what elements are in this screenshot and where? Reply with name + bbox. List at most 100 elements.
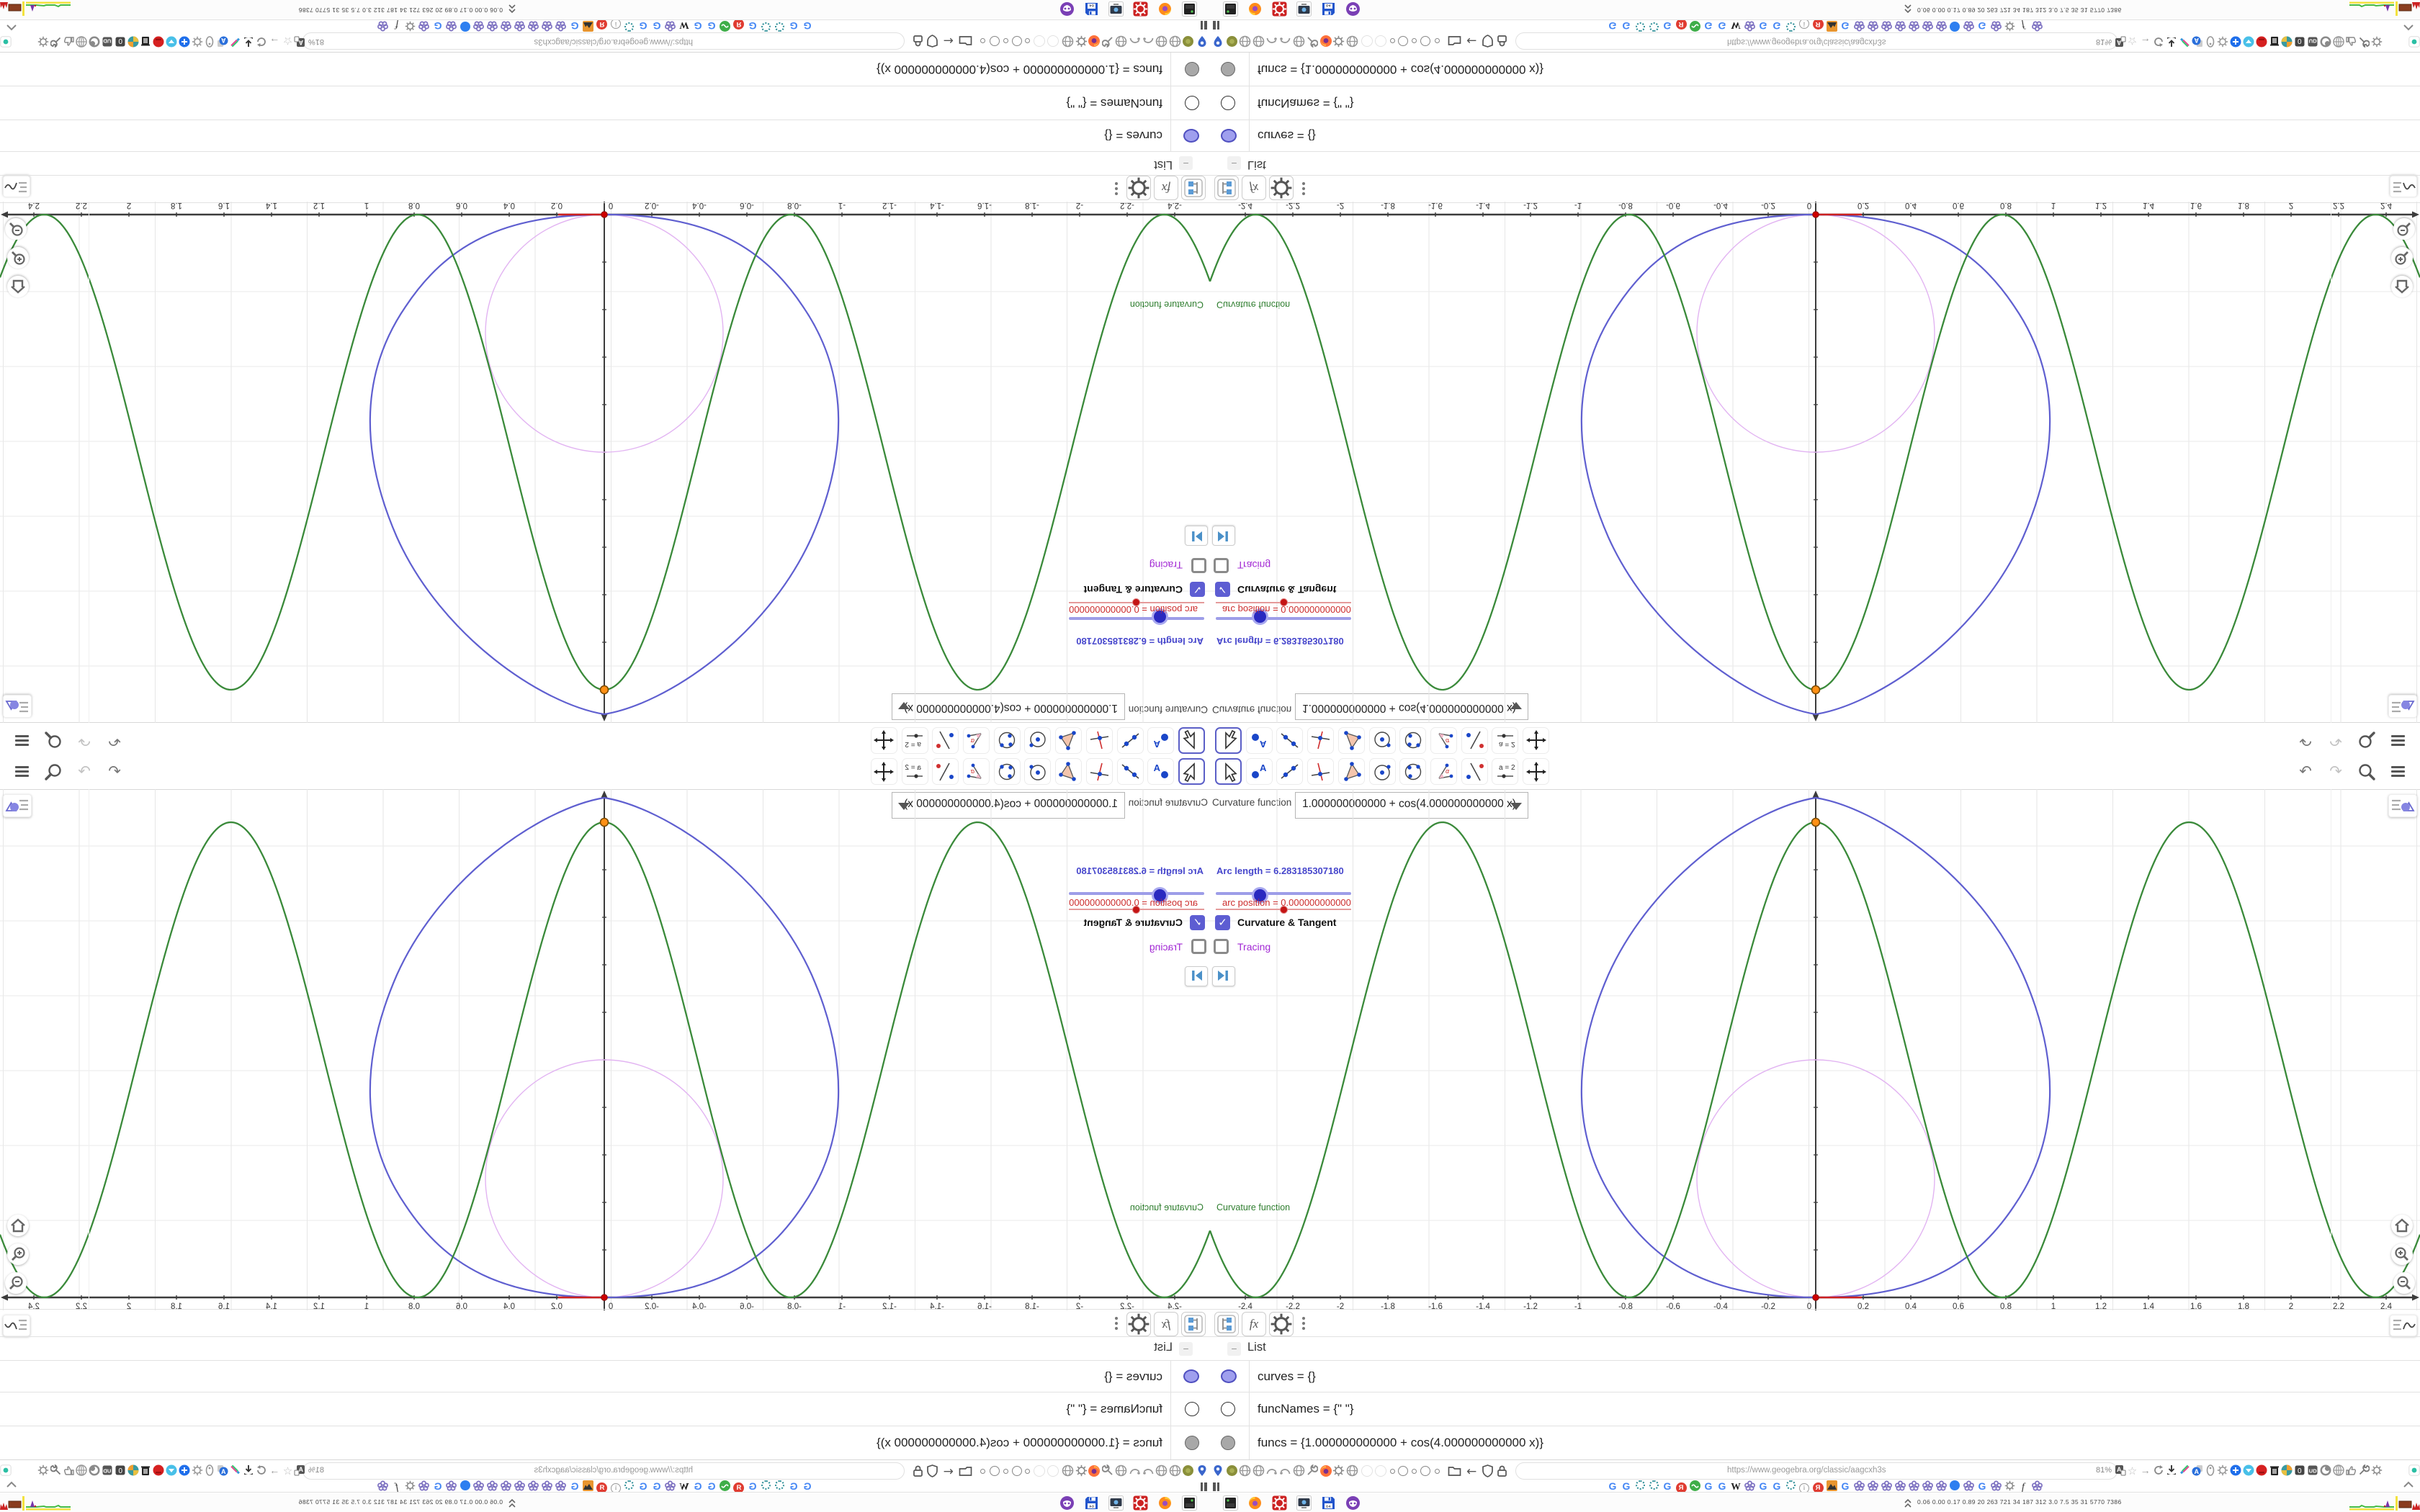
tracing-checkbox[interactable] bbox=[1214, 558, 1229, 573]
lock-icon[interactable] bbox=[1497, 35, 1510, 48]
page-zoom-badge[interactable]: 81% bbox=[2096, 1466, 2112, 1475]
tab-favicon-G[interactable]: G bbox=[802, 20, 813, 32]
arc-dot-right[interactable] bbox=[1279, 1464, 1291, 1477]
globe-gray[interactable] bbox=[1293, 35, 1305, 48]
tool-angle[interactable]: α bbox=[1430, 758, 1457, 785]
tab-favicon-knot[interactable] bbox=[1990, 1480, 2002, 1492]
globe-grid-icon[interactable] bbox=[2332, 36, 2344, 48]
tab-favicon-info[interactable]: i bbox=[1798, 19, 1810, 32]
mini-circle-icon[interactable] bbox=[1003, 1468, 1008, 1474]
tab-favicon-ya[interactable]: Я bbox=[596, 19, 608, 32]
wrench[interactable] bbox=[1101, 35, 1114, 48]
marker-pen-icon[interactable] bbox=[230, 1464, 241, 1476]
tool-move-cursor[interactable] bbox=[1178, 758, 1205, 785]
tab-favicon-ya[interactable]: Я bbox=[1675, 19, 1687, 32]
firefox-app[interactable] bbox=[1157, 1, 1173, 17]
globe-color-icon[interactable] bbox=[2281, 36, 2293, 48]
tab-favicon-knot[interactable] bbox=[1881, 20, 1892, 32]
visibility-marker-funcnames[interactable] bbox=[1221, 96, 1235, 110]
home-icon[interactable] bbox=[2391, 1215, 2413, 1236]
tool-reflect-about-line[interactable] bbox=[1461, 758, 1488, 785]
visibility-marker-funcs[interactable] bbox=[1221, 1436, 1235, 1450]
tab-favicon-G[interactable]: G bbox=[706, 1480, 717, 1492]
floppy-64-app[interactable]: 64 bbox=[1321, 1495, 1336, 1511]
wrench[interactable] bbox=[1306, 1464, 1319, 1477]
arc-position-slider-knob[interactable] bbox=[1132, 906, 1140, 914]
tray-expand-icon[interactable] bbox=[508, 0, 516, 14]
tab-favicon-ring[interactable] bbox=[774, 20, 786, 32]
tab-favicon-knot[interactable] bbox=[377, 20, 389, 32]
plus-circle-icon[interactable] bbox=[179, 1464, 190, 1476]
skip-next-button[interactable] bbox=[1212, 526, 1235, 546]
tab-favicon-knot[interactable] bbox=[418, 1480, 430, 1492]
globe-grid-icon[interactable] bbox=[76, 36, 88, 48]
algebra-panel-toggle[interactable] bbox=[2388, 695, 2417, 718]
capture-app[interactable] bbox=[1108, 1, 1124, 17]
tab-favicon-knot[interactable] bbox=[665, 20, 676, 32]
tab-favicon-knot[interactable] bbox=[473, 1480, 485, 1492]
tab-favicon-bluedot[interactable] bbox=[460, 1480, 471, 1492]
algebra-row-funcnames[interactable]: funcNames = {" "} bbox=[1258, 1402, 1354, 1416]
tab-favicon-info[interactable]: i bbox=[610, 19, 622, 32]
mini-circle-icon[interactable] bbox=[1412, 38, 1417, 44]
tool-reflect-about-line[interactable] bbox=[932, 758, 959, 785]
tab-favicon-knot[interactable] bbox=[1881, 1480, 1892, 1492]
arc-length-slider[interactable] bbox=[1216, 892, 1351, 895]
graphics-panel-toggle-icon[interactable] bbox=[3, 176, 30, 197]
algebra-row-funcs[interactable]: funcs = {1.000000000000 + cos(4.00000000… bbox=[877, 62, 1162, 76]
url-text[interactable]: https://www.geogebra.org/classic/aagcxh3… bbox=[1727, 37, 1886, 46]
tab-favicon-G[interactable]: G bbox=[651, 1480, 663, 1492]
tab-favicon-G[interactable]: G bbox=[788, 1480, 799, 1492]
globe-gray[interactable] bbox=[1346, 1464, 1358, 1477]
mini-circle-icon[interactable] bbox=[980, 1468, 985, 1474]
tool-move-cursor[interactable] bbox=[1215, 758, 1242, 785]
redo-icon[interactable]: ↷ bbox=[73, 761, 96, 784]
tab-favicon-ring[interactable] bbox=[761, 20, 772, 32]
oval-button-icon[interactable] bbox=[204, 36, 215, 48]
tool-move-cursor[interactable] bbox=[1215, 727, 1242, 754]
folder-icon[interactable] bbox=[959, 1464, 972, 1477]
shield-swirl-icon[interactable] bbox=[2320, 36, 2331, 48]
reload-icon[interactable] bbox=[2153, 36, 2164, 48]
globe-gray[interactable] bbox=[1155, 1464, 1168, 1477]
zoom-out-icon[interactable] bbox=[2393, 1272, 2415, 1294]
tab-favicon-mountain[interactable] bbox=[583, 1480, 594, 1492]
tab-favicon-bluedot[interactable] bbox=[1949, 20, 1960, 32]
olive-circle[interactable] bbox=[1182, 1464, 1194, 1477]
visibility-marker-curves[interactable] bbox=[1221, 1369, 1237, 1383]
translate-blue-icon[interactable]: A bbox=[2192, 1464, 2203, 1476]
tab-favicon-ring[interactable] bbox=[1634, 1480, 1646, 1492]
tab-favicon-knot[interactable] bbox=[473, 20, 485, 32]
tab-favicon-knot[interactable] bbox=[1922, 1480, 1933, 1492]
menu-icon[interactable] bbox=[2386, 725, 2409, 748]
tab-favicon-knot[interactable] bbox=[528, 20, 539, 32]
mini-circle-icon[interactable] bbox=[1025, 38, 1030, 44]
tab-favicon-knot[interactable] bbox=[1853, 20, 1865, 32]
gear-ring[interactable] bbox=[1332, 1464, 1345, 1477]
tab-favicon-knot[interactable] bbox=[542, 20, 553, 32]
tab-favicon-mountain[interactable] bbox=[1826, 1480, 1837, 1492]
reload-icon[interactable] bbox=[2153, 1464, 2164, 1476]
tab-favicon-ring[interactable] bbox=[1648, 20, 1659, 32]
gear-outline-icon[interactable] bbox=[37, 1464, 49, 1476]
visibility-marker-funcs[interactable] bbox=[1185, 62, 1199, 76]
star-outline-icon[interactable]: ☆ bbox=[281, 1464, 292, 1477]
tab-favicon-G[interactable]: G bbox=[1839, 20, 1851, 32]
firefox[interactable] bbox=[1088, 35, 1101, 48]
collapse-list-button[interactable]: − bbox=[1227, 1342, 1241, 1356]
star-outline-icon[interactable]: ☆ bbox=[2128, 1464, 2139, 1477]
mini-circle-icon[interactable] bbox=[1025, 1468, 1030, 1474]
tab-favicon-G[interactable]: G bbox=[569, 1480, 581, 1492]
wrench2-icon[interactable] bbox=[2358, 1464, 2370, 1476]
algebra-panel-toggle[interactable] bbox=[3, 695, 32, 718]
kebab-icon[interactable] bbox=[1296, 1315, 1311, 1333]
tab-favicon-gearfav[interactable] bbox=[2004, 1480, 2015, 1492]
algebra-row-funcs[interactable]: funcs = {1.000000000000 + cos(4.00000000… bbox=[1258, 1436, 1543, 1450]
tracing-checkbox[interactable] bbox=[1191, 558, 1206, 573]
curvature-tangent-checkbox[interactable]: ✓ bbox=[1190, 582, 1205, 597]
capture-app[interactable] bbox=[1296, 1495, 1312, 1511]
zoom-in-icon[interactable] bbox=[7, 1243, 29, 1265]
mini-circle-icon[interactable] bbox=[1390, 1468, 1395, 1474]
tab-favicon-G[interactable]: G bbox=[1976, 20, 1988, 32]
graph-canvas[interactable]: -2.4-2.2-2-1.8-1.6-1.4-1.2-1-0.8-0.6-0.4… bbox=[1210, 789, 2420, 1310]
